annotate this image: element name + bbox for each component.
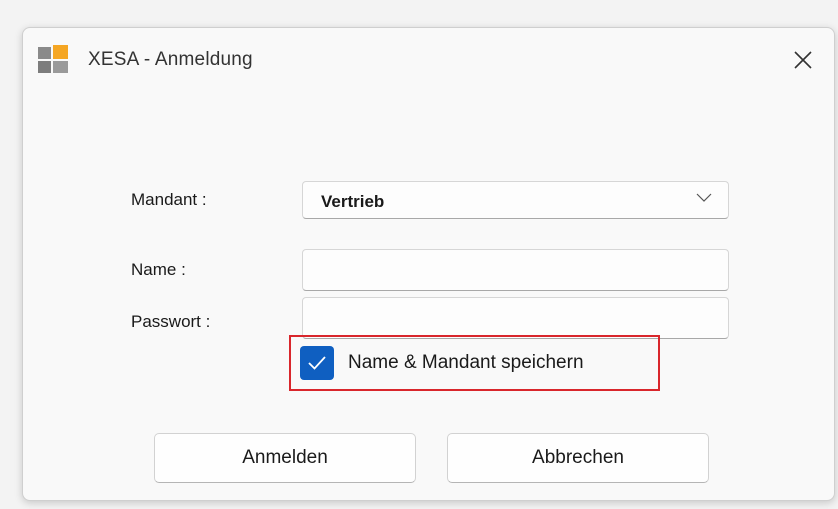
password-label: Passwort : [131,312,211,331]
cancel-button[interactable]: Abbrechen [447,433,709,483]
xesa-app-icon [38,45,70,75]
checkbox-checked[interactable] [300,346,334,380]
close-icon [794,51,812,69]
login-button[interactable]: Anmelden [154,433,416,483]
save-credentials-checkbox[interactable]: Name & Mandant speichern [300,345,584,381]
mandant-selected-value: Vertrieb [321,192,385,211]
password-input[interactable] [302,297,729,339]
title-bar: XESA - Anmeldung [23,28,834,92]
save-credentials-label: Name & Mandant speichern [348,352,584,373]
chevron-down-icon [696,193,712,202]
mandant-label: Mandant : [131,190,207,209]
checkmark-icon [308,356,326,370]
mandant-dropdown[interactable]: Vertrieb [302,181,729,219]
name-input[interactable] [302,249,729,291]
close-button[interactable] [784,42,822,78]
login-dialog: XESA - Anmeldung Mandant : Vertrieb Name… [22,27,835,501]
window-title: XESA - Anmeldung [88,49,253,70]
name-label: Name : [131,260,186,279]
